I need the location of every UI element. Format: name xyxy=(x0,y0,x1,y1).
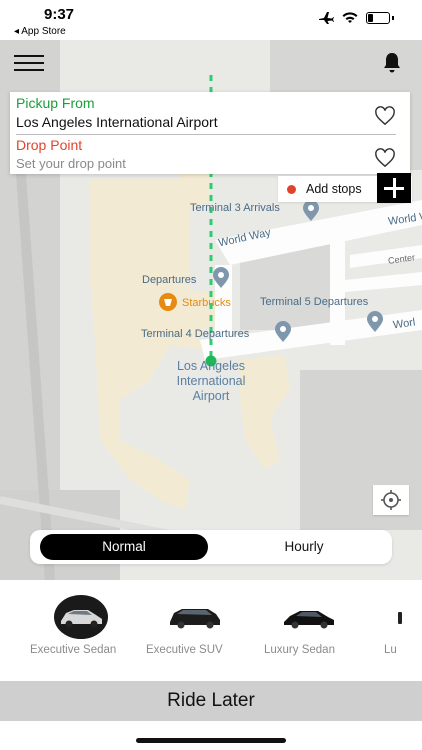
pickup-label: Pickup From xyxy=(16,95,95,111)
map-label-lax: Los Angeles International Airport xyxy=(150,359,272,404)
sedan-car-icon xyxy=(54,595,108,639)
car-icon xyxy=(398,612,402,624)
airplane-icon xyxy=(319,12,334,24)
locate-icon xyxy=(381,490,401,510)
battery-icon xyxy=(366,12,390,24)
map-label-terminal5: Terminal 5 Departures xyxy=(260,296,369,308)
location-card: Pickup From Los Angeles International Ai… xyxy=(10,92,410,174)
luxury-sedan-icon xyxy=(284,611,334,629)
lax-label-line2: International xyxy=(176,374,246,388)
vehicle-selector: Executive Sedan Executive SUV Luxury Sed… xyxy=(0,580,422,680)
vehicle-name: Lu xyxy=(384,644,397,656)
vehicle-name: Luxury Sedan xyxy=(264,644,335,656)
menu-icon[interactable] xyxy=(14,55,44,71)
wifi-icon xyxy=(342,12,358,23)
map-pin-icon[interactable] xyxy=(365,311,385,333)
back-to-app-store[interactable]: ◂ App Store xyxy=(14,26,66,37)
ride-type-toggle: Normal Hourly xyxy=(30,530,392,564)
tab-normal[interactable]: Normal xyxy=(40,534,208,560)
vehicle-name: Executive Sedan xyxy=(30,644,117,656)
map-pin-icon[interactable] xyxy=(301,200,321,222)
divider xyxy=(16,134,396,135)
vehicle-name: Executive SUV xyxy=(146,644,223,656)
lax-label-line3: Airport xyxy=(192,389,230,403)
starbucks-icon[interactable] xyxy=(158,292,178,312)
map-pin-icon[interactable] xyxy=(273,321,293,343)
map-label-starbucks: Starbucks xyxy=(182,297,231,309)
map-label-departures: Departures xyxy=(142,274,197,286)
locate-button[interactable] xyxy=(373,485,409,515)
bell-icon[interactable] xyxy=(380,51,404,75)
stop-dot-icon xyxy=(287,185,296,194)
map-label-terminal4: Terminal 4 Departures xyxy=(141,328,250,340)
heart-icon[interactable] xyxy=(374,106,396,126)
drop-input[interactable]: Set your drop point xyxy=(16,156,126,171)
lax-label-line1: Los Angeles xyxy=(176,359,246,373)
heart-icon[interactable] xyxy=(374,148,396,168)
suv-car-icon xyxy=(170,609,220,629)
home-indicator xyxy=(136,738,286,743)
map-pin-icon[interactable] xyxy=(211,267,231,289)
map-label-terminal3: Terminal 3 Arrivals xyxy=(190,202,280,214)
ride-later-button[interactable]: Ride Later xyxy=(0,681,422,721)
status-icons xyxy=(318,11,394,25)
status-time: 9:37 xyxy=(44,6,75,23)
tab-hourly[interactable]: Hourly xyxy=(220,534,388,560)
add-stop-button[interactable] xyxy=(377,173,411,203)
add-stops-label: Add stops xyxy=(306,182,362,196)
drop-label: Drop Point xyxy=(16,137,83,153)
status-bar: 9:37 ◂ App Store xyxy=(0,0,422,40)
pickup-input[interactable]: Los Angeles International Airport xyxy=(16,114,218,130)
